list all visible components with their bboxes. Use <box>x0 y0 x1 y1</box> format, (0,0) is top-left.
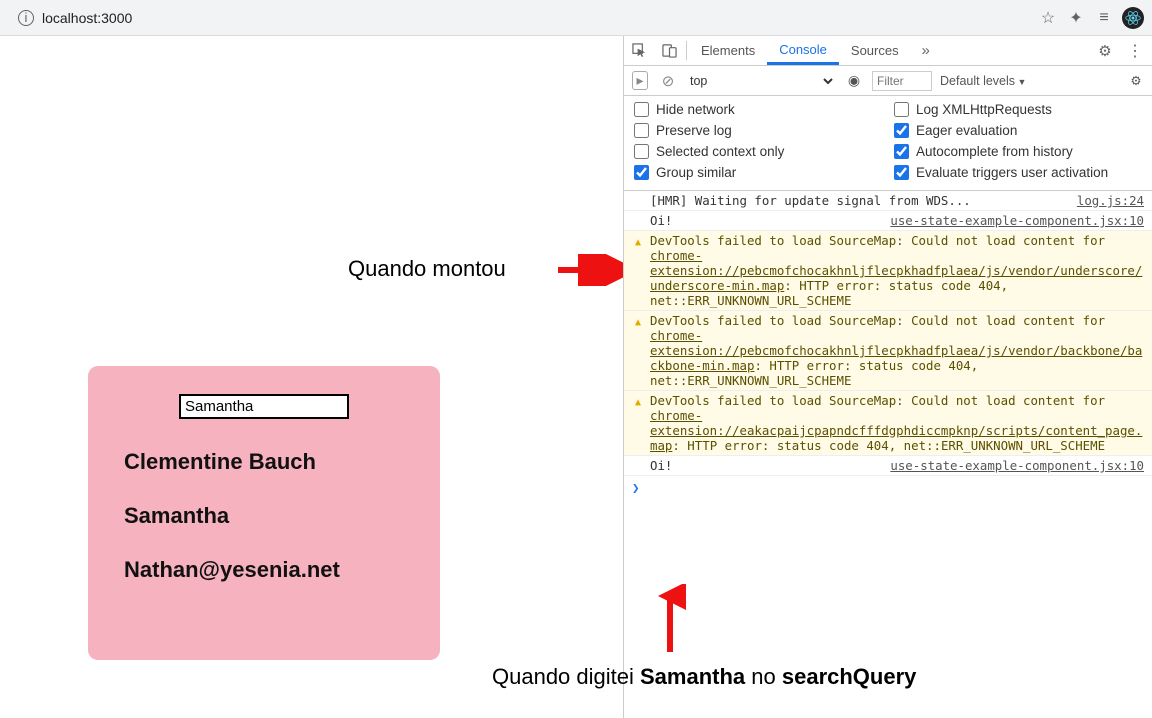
user-name: Clementine Bauch <box>124 449 404 475</box>
react-devtools-extension-icon[interactable] <box>1122 7 1144 29</box>
annotation-mounted-text: Quando montou <box>348 256 506 282</box>
console-toolbar: top Default levels <box>624 66 1152 96</box>
tab-elements[interactable]: Elements <box>689 36 767 65</box>
warning-icon <box>632 233 644 248</box>
bookmark-star-icon[interactable] <box>1038 8 1058 28</box>
log-source-link[interactable]: use-state-example-component.jsx:10 <box>890 213 1144 228</box>
opt-hide-network[interactable]: Hide network <box>634 102 882 117</box>
devtools-panel: Elements Console Sources top Default lev… <box>623 36 1152 718</box>
opt-log-xhr[interactable]: Log XMLHttpRequests <box>894 102 1142 117</box>
annotation-mounted: Quando montou <box>348 256 506 282</box>
console-settings-grid: Hide network Log XMLHttpRequests Preserv… <box>624 96 1152 191</box>
log-levels-dropdown[interactable]: Default levels <box>940 74 1026 88</box>
console-log: [HMR] Waiting for update signal from WDS… <box>624 191 1152 499</box>
log-source-link[interactable]: use-state-example-component.jsx:10 <box>890 458 1144 473</box>
page-content: Clementine Bauch Samantha Nathan@yesenia… <box>0 36 623 718</box>
log-row-warning: DevTools failed to load SourceMap: Could… <box>624 231 1152 311</box>
clear-console-icon[interactable] <box>658 71 678 91</box>
tab-sources[interactable]: Sources <box>839 36 911 65</box>
console-settings-icon[interactable] <box>1126 71 1146 91</box>
console-prompt[interactable] <box>624 476 1152 499</box>
user-username: Samantha <box>124 503 404 529</box>
arrow-right-icon <box>556 254 628 286</box>
console-filter-input[interactable] <box>872 71 932 91</box>
log-row: Oi! use-state-example-component.jsx:10 <box>624 456 1152 476</box>
opt-selected-ctx[interactable]: Selected context only <box>634 144 882 159</box>
opt-preserve-log[interactable]: Preserve log <box>634 123 882 138</box>
inspect-element-icon[interactable] <box>624 36 654 65</box>
log-row-warning: DevTools failed to load SourceMap: Could… <box>624 311 1152 391</box>
opt-autocomplete[interactable]: Autocomplete from history <box>894 144 1142 159</box>
opt-eager-eval[interactable]: Eager evaluation <box>894 123 1142 138</box>
sidebar-toggle-icon[interactable] <box>630 71 650 91</box>
devtools-settings-icon[interactable] <box>1092 42 1118 60</box>
extensions-icon[interactable] <box>1066 8 1086 28</box>
log-source-link[interactable]: log.js:24 <box>1077 193 1144 208</box>
address-bar[interactable]: i localhost:3000 <box>8 4 308 32</box>
devtools-tab-bar: Elements Console Sources <box>624 36 1152 66</box>
warning-icon <box>632 313 644 328</box>
log-row: Oi! use-state-example-component.jsx:10 <box>624 211 1152 231</box>
log-row: [HMR] Waiting for update signal from WDS… <box>624 191 1152 211</box>
user-card: Clementine Bauch Samantha Nathan@yesenia… <box>88 366 440 660</box>
device-toggle-icon[interactable] <box>654 36 684 65</box>
opt-group-similar[interactable]: Group similar <box>634 165 882 180</box>
opt-eval-triggers[interactable]: Evaluate triggers user activation <box>894 165 1142 180</box>
annotation-typed: Quando digitei Samantha no searchQuery <box>492 664 916 690</box>
user-email: Nathan@yesenia.net <box>124 557 404 583</box>
more-tabs-icon[interactable] <box>911 36 941 65</box>
url-text: localhost:3000 <box>42 10 132 26</box>
reading-list-icon[interactable] <box>1094 8 1114 28</box>
site-info-icon[interactable]: i <box>18 10 34 26</box>
warning-icon <box>632 393 644 408</box>
context-selector[interactable]: top <box>686 73 836 89</box>
search-input[interactable] <box>179 394 349 419</box>
live-expression-icon[interactable] <box>844 71 864 91</box>
log-row-warning: DevTools failed to load SourceMap: Could… <box>624 391 1152 456</box>
arrow-up-icon <box>654 584 686 656</box>
browser-toolbar: i localhost:3000 <box>0 0 1152 36</box>
devtools-menu-icon[interactable] <box>1122 41 1148 61</box>
tab-console[interactable]: Console <box>767 36 839 65</box>
